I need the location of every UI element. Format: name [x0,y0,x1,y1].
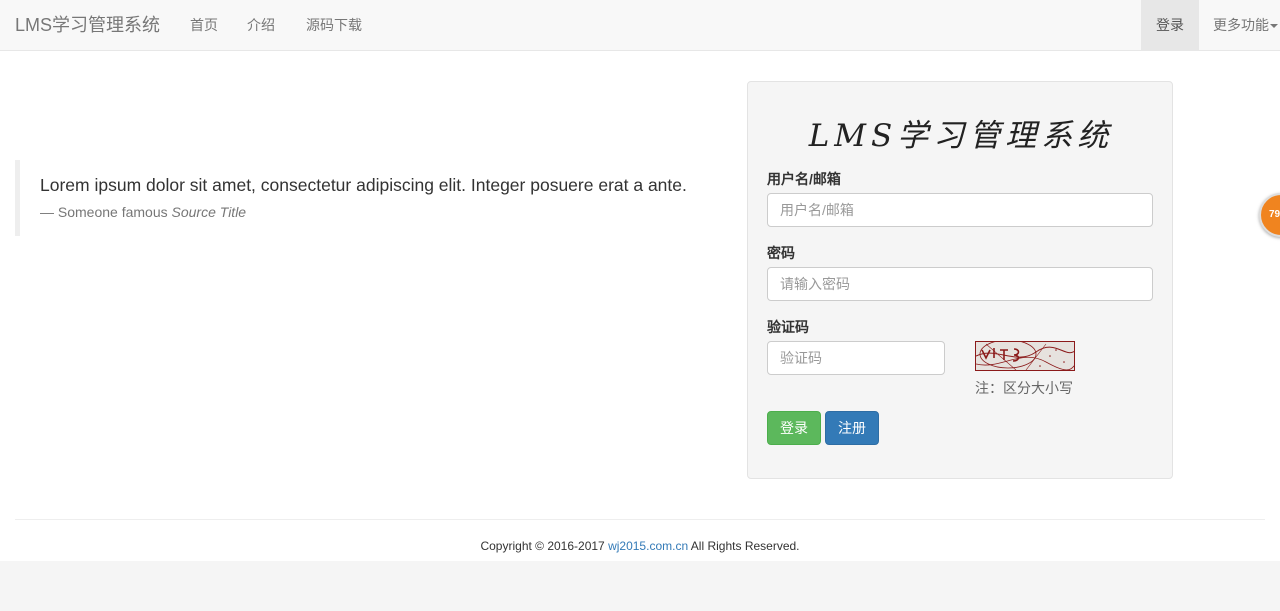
nav-source-download-link[interactable]: 源码下载 [306,0,362,50]
copyright-suffix: All Rights Reserved. [690,539,800,553]
quote-footer: — Someone famous Source Title [40,204,715,220]
captcha-input[interactable] [767,341,945,375]
nav-more-label: 更多功能 [1213,17,1269,33]
quote-text: Lorem ipsum dolor sit amet, consectetur … [40,175,687,195]
captcha-label: 验证码 [767,319,809,335]
quote-source: Source Title [171,204,247,220]
username-label: 用户名/邮箱 [767,171,841,187]
copyright-prefix: Copyright © 2016-2017 [480,539,605,553]
login-button[interactable]: 登录 [767,411,821,445]
login-panel: LMS学习管理系统 用户名/邮箱 密码 验证码 注：区分大小写 登录 [747,81,1173,479]
captcha-note: 注：区分大小写 [975,380,1073,396]
captcha-noise-graphic [976,342,1074,370]
register-button[interactable]: 注册 [825,411,879,445]
blockquote: Lorem ipsum dolor sit amet, consectetur … [15,160,715,236]
navbar: LMS学习管理系统 首页 介绍 源码下载 登录 更多功能 [0,0,1280,51]
floating-widget-badge[interactable]: 79 [1259,193,1280,237]
copyright-footer: Copyright © 2016-2017 wj2015.com.cn All … [0,539,1280,553]
password-input[interactable] [767,267,1153,301]
page: LMS学习管理系统 首页 介绍 源码下载 登录 更多功能 Lorem ipsum… [0,0,1280,561]
nav-intro-link[interactable]: 介绍 [247,0,275,50]
nav-home-link[interactable]: 首页 [190,0,218,50]
login-title: LMS学习管理系统 [808,118,1114,154]
caret-down-icon [1270,24,1278,29]
nav-login-link[interactable]: 登录 [1141,0,1199,50]
captcha-image[interactable] [975,341,1075,371]
site-link[interactable]: wj2015.com.cn [608,539,688,553]
footer-divider [15,519,1265,520]
nav-more-dropdown[interactable]: 更多功能 [1213,0,1278,50]
password-label: 密码 [767,245,795,261]
brand-logo-link[interactable]: LMS学习管理系统 [15,0,160,50]
quote-author: — Someone famous [40,204,168,220]
username-input[interactable] [767,193,1153,227]
